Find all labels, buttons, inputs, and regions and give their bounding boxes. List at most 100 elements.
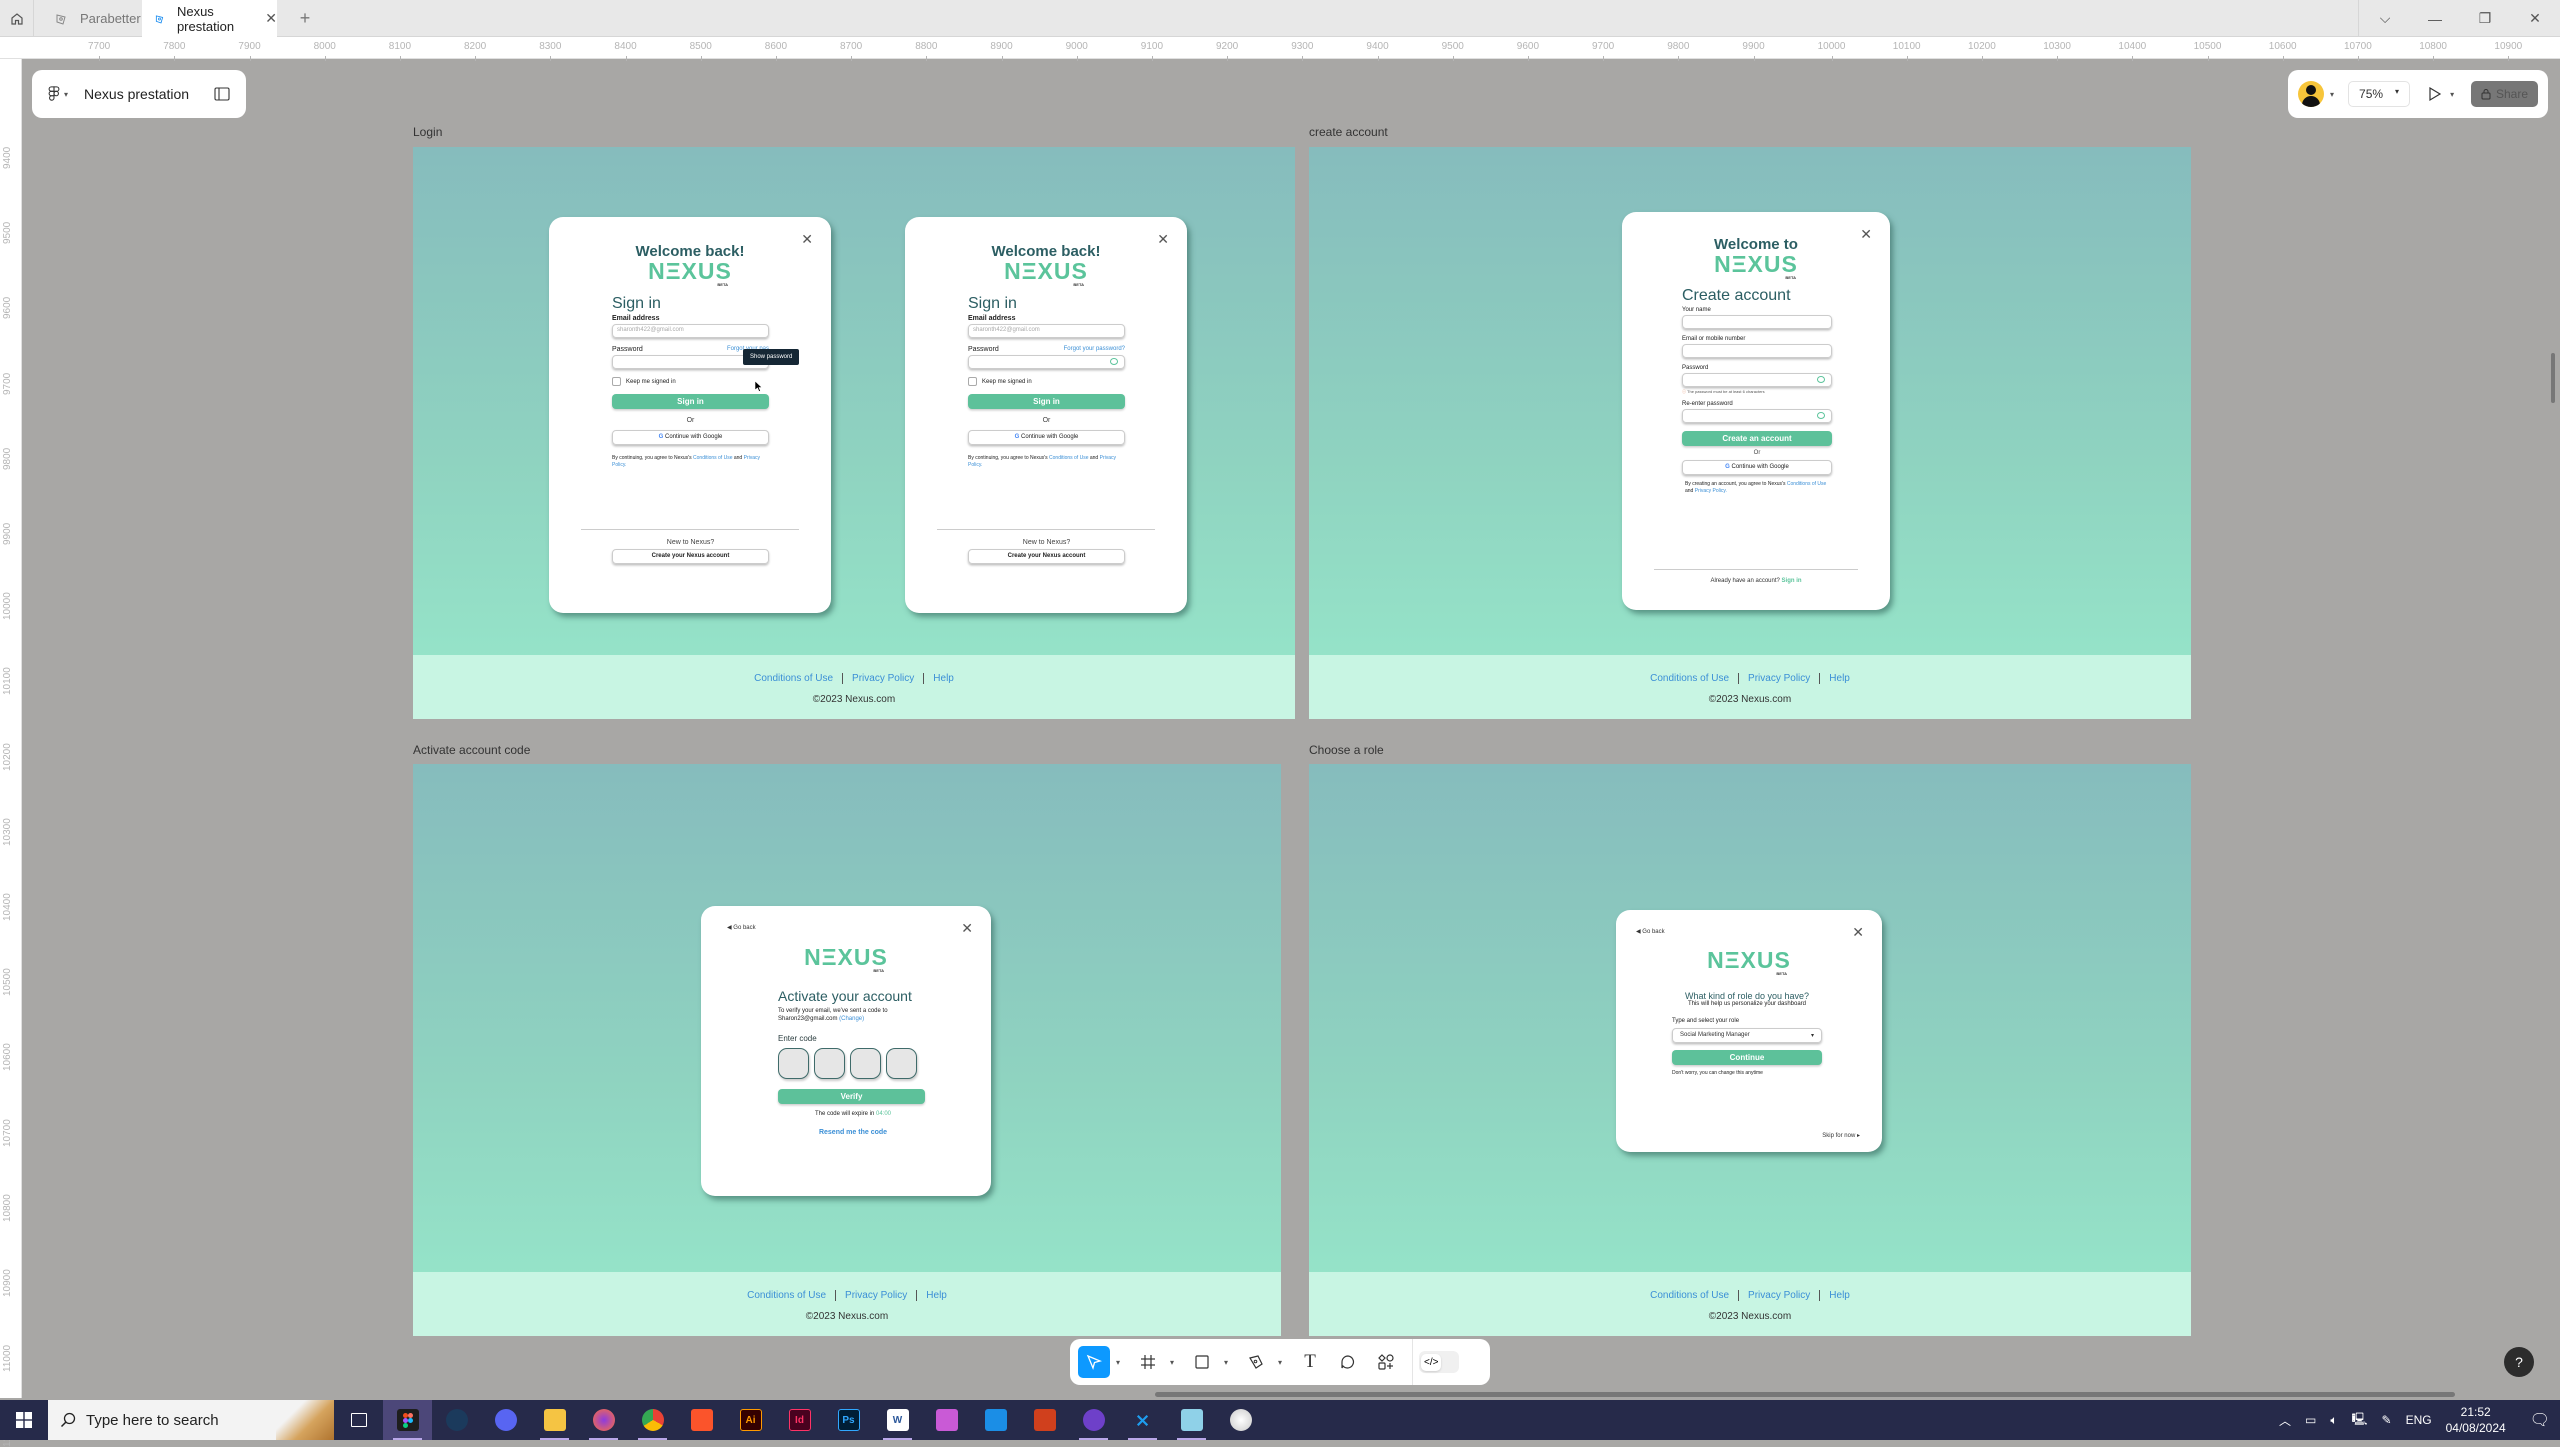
close-tab-icon[interactable]: ✕ [265, 10, 277, 27]
taskbar-file-explorer[interactable] [530, 1400, 579, 1440]
close-icon[interactable]: ✕ [961, 920, 973, 937]
eye-off-icon[interactable] [1110, 358, 1118, 365]
sign-in-button[interactable]: Sign in [968, 394, 1125, 409]
google-button[interactable]: G Continue with Google [612, 430, 769, 445]
conditions-link[interactable]: Conditions of Use [1049, 455, 1088, 461]
conditions-link[interactable]: Conditions of Use [1650, 673, 1729, 684]
taskbar-paint[interactable] [1216, 1400, 1265, 1440]
privacy-link[interactable]: Privacy Policy [852, 673, 914, 684]
email-input[interactable]: sharonth422@gmail.com [612, 324, 769, 338]
language-indicator[interactable]: ENG [2406, 1413, 2432, 1427]
tab-nexus-prestation[interactable]: Nexus prestation ✕ [142, 0, 277, 37]
network-icon[interactable]: 🖳︎ [2352, 1410, 2368, 1431]
chevron-down-icon[interactable]: ▾ [1170, 1358, 1180, 1367]
home-button[interactable] [0, 0, 34, 37]
close-icon[interactable]: ✕ [1157, 231, 1169, 248]
frame-tool[interactable] [1132, 1346, 1164, 1378]
conditions-link[interactable]: Conditions of Use [747, 1290, 826, 1301]
create-account-button[interactable]: Create an account [1682, 431, 1832, 446]
figma-menu-button[interactable]: ▾ [48, 86, 68, 102]
pen-icon[interactable]: ✎ [2382, 1413, 2392, 1427]
pen-tool[interactable] [1240, 1346, 1272, 1378]
google-button[interactable]: G Continue with Google [1682, 460, 1832, 475]
privacy-link[interactable]: Privacy Policy [1748, 673, 1810, 684]
create-account-button[interactable]: Create your Nexus account [612, 549, 769, 564]
frame-choose-role[interactable]: ✕ ◀ Go back NΞXUS BETA What kind of role… [1309, 764, 2191, 1336]
privacy-link[interactable]: Privacy Policy [845, 1290, 907, 1301]
taskbar-indesign[interactable]: Id [775, 1400, 824, 1440]
shape-tool[interactable] [1186, 1346, 1218, 1378]
taskbar-firefox[interactable] [579, 1400, 628, 1440]
start-button[interactable] [0, 1400, 48, 1440]
google-button[interactable]: G Continue with Google [968, 430, 1125, 445]
restore-button[interactable]: ❐ [2460, 0, 2510, 37]
taskbar-search[interactable]: Type here to search [48, 1400, 334, 1440]
taskbar-vscode[interactable]: ⨯ [1118, 1400, 1167, 1440]
taskbar-notepad[interactable] [1167, 1400, 1216, 1440]
chevron-down-icon[interactable]: ▾ [2330, 90, 2334, 99]
skip-button[interactable]: Skip for now ▸ [1822, 1132, 1860, 1139]
actions-tool[interactable] [1370, 1346, 1402, 1378]
go-back-button[interactable]: ◀ Go back [1636, 928, 1665, 935]
taskbar-affinity-photo[interactable] [922, 1400, 971, 1440]
password-input[interactable] [968, 355, 1125, 369]
camera-icon[interactable]: ▭ [2305, 1413, 2316, 1427]
code-digit-2[interactable] [814, 1048, 845, 1079]
help-link[interactable]: Help [926, 1290, 947, 1301]
sign-in-button[interactable]: Sign in [612, 394, 769, 409]
role-select[interactable]: Social Marketing Manager ▾ [1672, 1028, 1822, 1043]
conditions-link[interactable]: Conditions of Use [754, 673, 833, 684]
present-play-icon[interactable] [2428, 86, 2442, 102]
new-tab-button[interactable]: + [290, 0, 320, 37]
share-button[interactable]: Share [2470, 81, 2538, 107]
dev-mode-toggle[interactable]: </> [1419, 1351, 1459, 1373]
avatar[interactable] [2298, 81, 2324, 107]
taskbar-photoshop[interactable]: Ps [824, 1400, 873, 1440]
taskbar-illustrator[interactable]: Ai [726, 1400, 775, 1440]
frame-label-activate[interactable]: Activate account code [413, 743, 530, 757]
taskbar-chrome[interactable] [628, 1400, 677, 1440]
email-input[interactable] [1682, 344, 1832, 358]
password-input[interactable] [1682, 373, 1832, 387]
notifications-icon[interactable]: 🗨︎ [2530, 1410, 2550, 1430]
eye-off-icon[interactable] [1817, 376, 1825, 383]
conditions-link[interactable]: Conditions of Use [1650, 1290, 1729, 1301]
frame-login[interactable]: ✕ Welcome back! NΞXUS BETA Sign in Email… [413, 147, 1295, 719]
privacy-link[interactable]: Privacy Policy [1748, 1290, 1810, 1301]
code-digit-3[interactable] [850, 1048, 881, 1079]
minimize-button[interactable]: — [2410, 0, 2460, 37]
help-link[interactable]: Help [1829, 1290, 1850, 1301]
conditions-link[interactable]: Conditions of Use [1787, 481, 1826, 487]
vertical-scrollbar[interactable] [2551, 353, 2555, 403]
eye-off-icon[interactable] [1817, 412, 1825, 419]
go-back-button[interactable]: ◀ Go back [727, 924, 756, 931]
sign-in-link[interactable]: Sign in [1782, 578, 1802, 584]
tabs-dropdown-button[interactable]: ⌵ [2360, 0, 2410, 37]
verify-button[interactable]: Verify [778, 1089, 925, 1104]
taskbar-brave[interactable] [677, 1400, 726, 1440]
help-button[interactable]: ? [2504, 1347, 2534, 1377]
frame-label-login[interactable]: Login [413, 125, 442, 139]
close-icon[interactable]: ✕ [1860, 226, 1872, 243]
code-digit-1[interactable] [778, 1048, 809, 1079]
close-icon[interactable]: ✕ [801, 231, 813, 248]
conditions-link[interactable]: Conditions of Use [693, 455, 732, 461]
sidebar-toggle-icon[interactable] [214, 87, 230, 101]
close-window-button[interactable]: ✕ [2510, 0, 2560, 37]
frame-label-create-account[interactable]: create account [1309, 125, 1388, 139]
taskbar-affinity-designer[interactable] [971, 1400, 1020, 1440]
text-tool[interactable]: T [1294, 1346, 1326, 1378]
taskbar-steam[interactable] [432, 1400, 481, 1440]
chevron-down-icon[interactable]: ▾ [1278, 1358, 1288, 1367]
chevron-down-icon[interactable]: ▾ [1224, 1358, 1234, 1367]
task-view-button[interactable] [334, 1400, 383, 1440]
taskbar-word[interactable]: W [873, 1400, 922, 1440]
chevron-down-icon[interactable]: ▾ [2450, 90, 2454, 99]
chevron-down-icon[interactable]: ▾ [1116, 1358, 1126, 1367]
code-digit-4[interactable] [886, 1048, 917, 1079]
continue-button[interactable]: Continue [1672, 1050, 1822, 1065]
create-account-button[interactable]: Create your Nexus account [968, 549, 1125, 564]
taskbar-github[interactable] [1069, 1400, 1118, 1440]
privacy-link[interactable]: Privacy Policy. [1695, 488, 1727, 494]
horizontal-scrollbar[interactable] [1155, 1392, 2455, 1397]
